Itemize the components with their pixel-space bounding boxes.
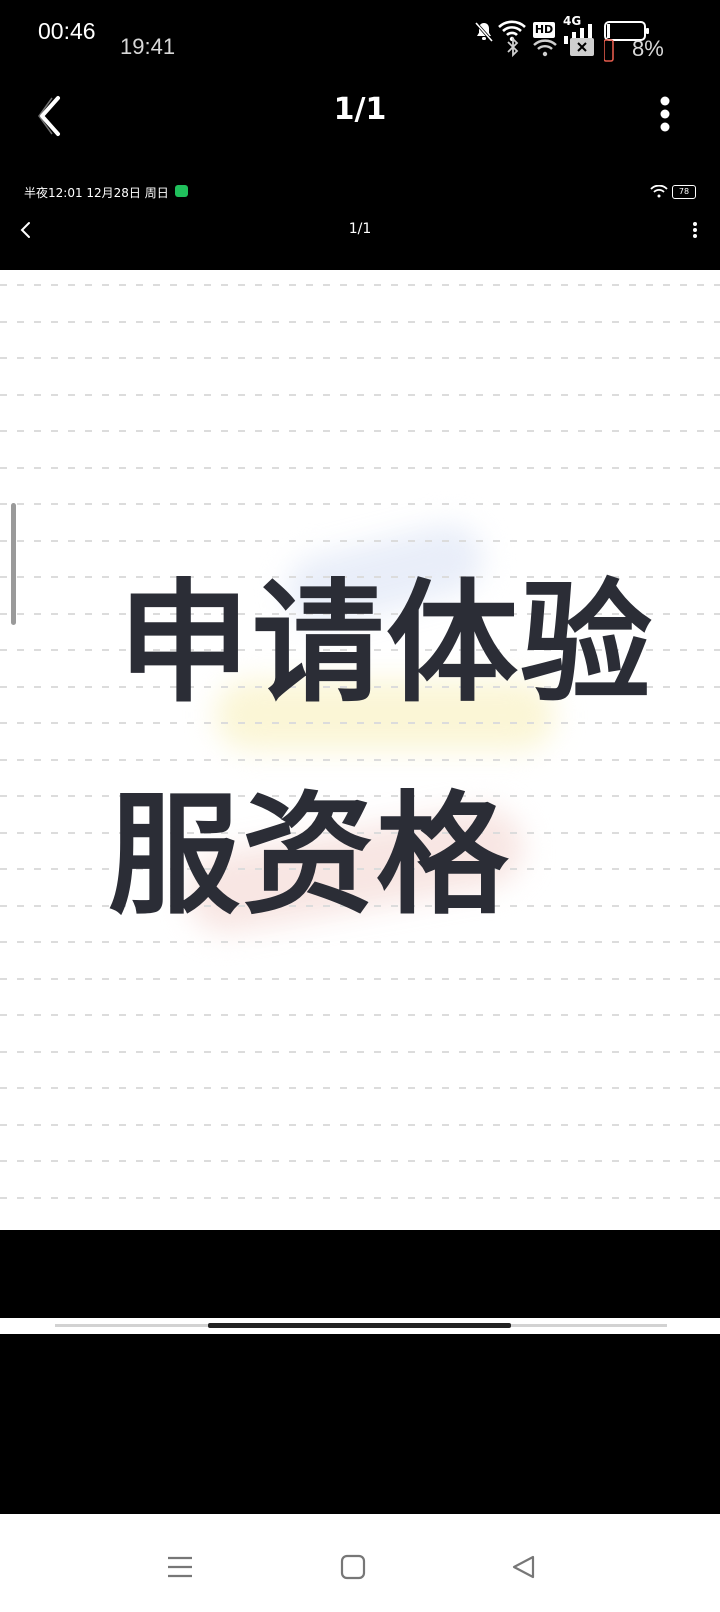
battery-percentage: 8% xyxy=(632,36,664,61)
menu-icon[interactable] xyxy=(166,1555,194,1579)
ruled-line xyxy=(0,1160,720,1162)
ruled-line xyxy=(0,539,720,542)
status-time: 00:46 xyxy=(38,18,96,44)
ruled-line xyxy=(0,722,720,724)
page-indicator: 1/1 xyxy=(333,92,387,127)
inner-page-indicator: 1/1 xyxy=(348,221,372,237)
ruled-line xyxy=(0,1050,720,1053)
headline-line-2: 服资格 xyxy=(108,779,510,933)
ruled-line xyxy=(0,430,720,432)
inner-wifi-icon xyxy=(650,185,668,198)
headline-line-1: 申请体验 xyxy=(118,567,654,721)
status-time-ghost: 19:41 xyxy=(120,34,176,59)
scrollbar-thumb[interactable] xyxy=(11,503,16,625)
inner-status-text: 半夜12:01 12月28日 周日 xyxy=(24,186,169,200)
more-vertical-icon[interactable] xyxy=(658,96,672,132)
ruled-line xyxy=(0,393,720,396)
ruled-line xyxy=(0,1196,720,1199)
back-triangle-icon[interactable] xyxy=(511,1554,537,1580)
sim-x-icon xyxy=(570,38,594,56)
bell-off-icon xyxy=(474,22,494,42)
ruled-line xyxy=(0,284,720,286)
wechat-icon xyxy=(175,185,188,197)
content-image: 申请体验 服资格 xyxy=(0,270,720,1230)
ruled-line xyxy=(0,320,720,323)
ruled-line xyxy=(0,941,720,943)
bluetooth-icon xyxy=(507,36,519,58)
inner-more-vertical-icon[interactable] xyxy=(692,222,698,238)
wifi-icon xyxy=(533,39,557,57)
ruled-line xyxy=(0,977,720,980)
hd-icon: HD xyxy=(533,22,555,38)
ruled-line xyxy=(0,357,720,359)
home-square-icon[interactable] xyxy=(340,1554,366,1580)
ruled-line xyxy=(0,1014,720,1016)
progress-fill[interactable] xyxy=(208,1323,511,1328)
ruled-line xyxy=(0,503,720,505)
ruled-line xyxy=(0,1123,720,1126)
ruled-line xyxy=(0,758,720,761)
inner-battery-icon: 78 xyxy=(672,185,696,199)
ruled-line xyxy=(0,466,720,469)
ruled-line xyxy=(0,1087,720,1089)
